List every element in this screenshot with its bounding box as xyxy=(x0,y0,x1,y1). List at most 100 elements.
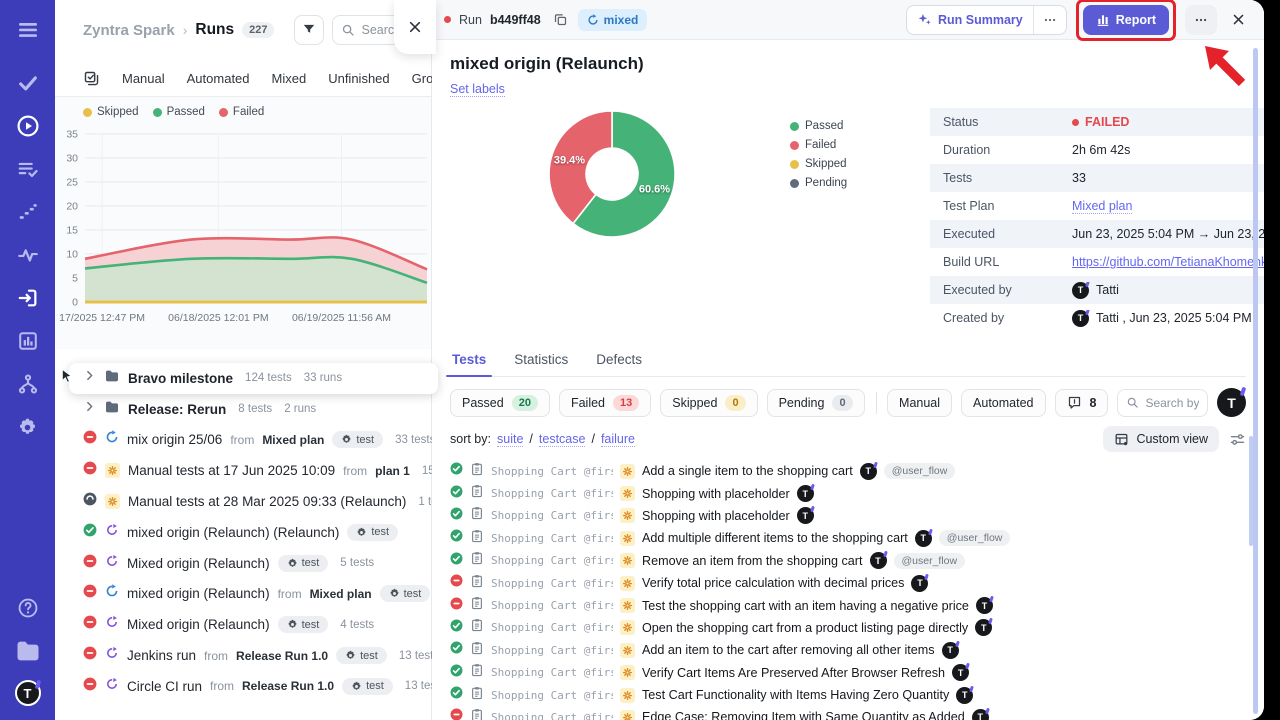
assignee-avatar[interactable]: T xyxy=(1217,388,1246,417)
test-row[interactable]: Shopping Cart @firs...Verify Cart Items … xyxy=(450,662,1246,684)
chart-box-icon[interactable] xyxy=(14,327,42,355)
test-list-scrollbar[interactable] xyxy=(1249,436,1253,546)
steps-icon[interactable] xyxy=(14,198,42,226)
run-summary-more-button[interactable] xyxy=(1033,6,1066,34)
plan-link[interactable]: Mixed plan xyxy=(262,433,324,447)
test-row[interactable]: Shopping Cart @firs...Shopping with plac… xyxy=(450,505,1246,527)
filter-pending-button[interactable]: Pending0 xyxy=(767,389,865,417)
user-avatar[interactable]: T xyxy=(15,680,41,706)
pulse-icon[interactable] xyxy=(14,241,42,269)
test-row[interactable]: Shopping Cart @firs...Add multiple diffe… xyxy=(450,527,1246,549)
assignee-avatar: T xyxy=(952,664,969,681)
list-check-icon[interactable] xyxy=(14,155,42,183)
import-box-icon[interactable] xyxy=(14,284,42,312)
testcase-icon xyxy=(470,686,484,705)
failed-status-icon xyxy=(83,430,97,449)
run-row[interactable]: Circle CI runfromRelease Run 1.0test13 t… xyxy=(55,671,431,702)
chevron-right-icon[interactable] xyxy=(83,400,96,418)
help-icon[interactable] xyxy=(14,594,42,622)
test-row[interactable]: Shopping Cart @firs...Verify total price… xyxy=(450,572,1246,594)
run-name: Manual tests at 17 Jun 2025 10:09 xyxy=(128,463,335,478)
tab-mixed[interactable]: Mixed xyxy=(272,71,307,86)
play-circle-icon[interactable] xyxy=(14,112,42,140)
menu-icon[interactable] xyxy=(14,16,42,44)
run-row[interactable]: mixed origin (Relaunch) (Relaunch)test xyxy=(55,517,431,548)
plan-link[interactable]: plan 1 xyxy=(375,464,410,478)
run-row[interactable]: Mixed origin (Relaunch)test5 tests xyxy=(55,548,431,579)
manual-test-icon xyxy=(620,620,635,635)
run-group-row[interactable]: Release: Rerun8 tests2 runs xyxy=(55,394,431,425)
more-actions-button[interactable] xyxy=(1185,5,1217,35)
filter-skipped-button[interactable]: Skipped0 xyxy=(660,389,757,417)
tab-automated[interactable]: Automated xyxy=(187,71,250,86)
assignee-avatar: T xyxy=(797,485,814,502)
run-row[interactable]: mix origin 25/06fromMixed plantest33 tes… xyxy=(55,425,431,456)
page-scrollbar[interactable] xyxy=(1253,48,1258,714)
aborted-status-icon xyxy=(83,492,97,511)
tab-manual[interactable]: Manual xyxy=(122,71,165,86)
tests-search-input[interactable] xyxy=(1145,396,1199,410)
tab-defects[interactable]: Defects xyxy=(594,346,644,376)
test-row[interactable]: Shopping Cart @firs...Test the shopping … xyxy=(450,594,1246,616)
donut-legend-skipped: Skipped xyxy=(790,158,856,170)
close-run-button[interactable] xyxy=(1227,8,1250,31)
run-row[interactable]: Manual tests at 28 Mar 2025 09:33 (Relau… xyxy=(55,486,431,517)
filter-manual-button[interactable]: Manual xyxy=(887,389,952,417)
filter-count-badge: 0 xyxy=(725,395,745,411)
check-icon[interactable] xyxy=(14,69,42,97)
breadcrumb-project[interactable]: Zyntra Spark xyxy=(83,22,175,39)
sort-by-failure[interactable]: failure xyxy=(601,432,635,447)
plan-link[interactable]: Release Run 1.0 xyxy=(236,649,328,663)
copy-run-id-button[interactable] xyxy=(551,10,570,29)
search-icon xyxy=(1126,396,1139,409)
tab-tests[interactable]: Tests xyxy=(450,346,488,376)
runs-panel-header: Zyntra Spark › Runs 227 xyxy=(55,0,431,60)
branch-icon[interactable] xyxy=(14,370,42,398)
run-row[interactable]: Jenkins runfromRelease Run 1.0test13 tes… xyxy=(55,640,431,671)
run-type-badge[interactable]: mixed xyxy=(578,9,648,31)
sort-by-suite[interactable]: suite xyxy=(497,432,523,447)
run-row[interactable]: mixed origin (Relaunch)fromMixed plantes… xyxy=(55,579,431,610)
legend-label: Skipped xyxy=(805,158,847,170)
panel-close-button[interactable] xyxy=(394,0,436,54)
select-all-icon[interactable] xyxy=(83,70,100,87)
test-row[interactable]: Shopping Cart @firs...Open the shopping … xyxy=(450,617,1246,639)
report-button[interactable]: Report xyxy=(1083,5,1169,35)
test-plan-link[interactable]: Mixed plan xyxy=(1072,199,1132,214)
test-row[interactable]: Shopping Cart @firs...Shopping with plac… xyxy=(450,482,1246,504)
tests-search[interactable] xyxy=(1117,389,1208,417)
chevron-right-icon[interactable] xyxy=(83,369,96,387)
test-suite-path: Shopping Cart @firs... xyxy=(491,689,613,702)
filter-passed-button[interactable]: Passed20 xyxy=(450,389,550,417)
run-summary-button[interactable]: Run Summary xyxy=(907,6,1033,34)
filter-failed-button[interactable]: Failed13 xyxy=(559,389,651,417)
tab-statistics[interactable]: Statistics xyxy=(512,346,570,376)
test-row[interactable]: Shopping Cart @firs...Add an item to the… xyxy=(450,639,1246,661)
folder-icon[interactable] xyxy=(14,637,42,665)
detail-label: Test Plan xyxy=(930,199,1072,213)
filter-automated-button[interactable]: Automated xyxy=(961,389,1045,417)
plan-link[interactable]: Release Run 1.0 xyxy=(242,679,334,693)
tab-unfinished[interactable]: Unfinished xyxy=(328,71,389,86)
testcase-icon xyxy=(470,462,484,481)
run-row[interactable]: Manual tests at 17 Jun 2025 10:09frompla… xyxy=(55,455,431,486)
filter-button[interactable] xyxy=(294,15,324,45)
run-group-row[interactable]: Bravo milestone124 tests33 runs xyxy=(69,363,438,394)
legend-label: Failed xyxy=(233,106,264,118)
custom-view-button[interactable]: Custom view xyxy=(1103,426,1219,452)
gear-icon[interactable] xyxy=(14,413,42,441)
set-labels-link[interactable]: Set labels xyxy=(450,82,505,97)
comments-filter-button[interactable]: 8 xyxy=(1055,389,1109,417)
ellipsis-icon xyxy=(1043,13,1057,27)
run-row[interactable]: Mixed origin (Relaunch)test4 tests xyxy=(55,609,431,640)
plan-link[interactable]: Mixed plan xyxy=(310,587,372,601)
detail-value: https://github.com/TetianaKhomenko/Load-… xyxy=(1072,255,1264,269)
test-row[interactable]: Shopping Cart @firs...Remove an item fro… xyxy=(450,550,1246,572)
sort-by-testcase[interactable]: testcase xyxy=(539,432,586,447)
view-settings-button[interactable] xyxy=(1229,431,1246,448)
test-row[interactable]: Shopping Cart @firs...Edge Case: Removin… xyxy=(450,706,1246,720)
test-row[interactable]: Shopping Cart @firs...Add a single item … xyxy=(450,460,1246,482)
test-row[interactable]: Shopping Cart @firs...Test Cart Function… xyxy=(450,684,1246,706)
filter-count-badge: 0 xyxy=(832,395,852,411)
build-url-link[interactable]: https://github.com/TetianaKhomenko/Load-… xyxy=(1072,255,1264,269)
